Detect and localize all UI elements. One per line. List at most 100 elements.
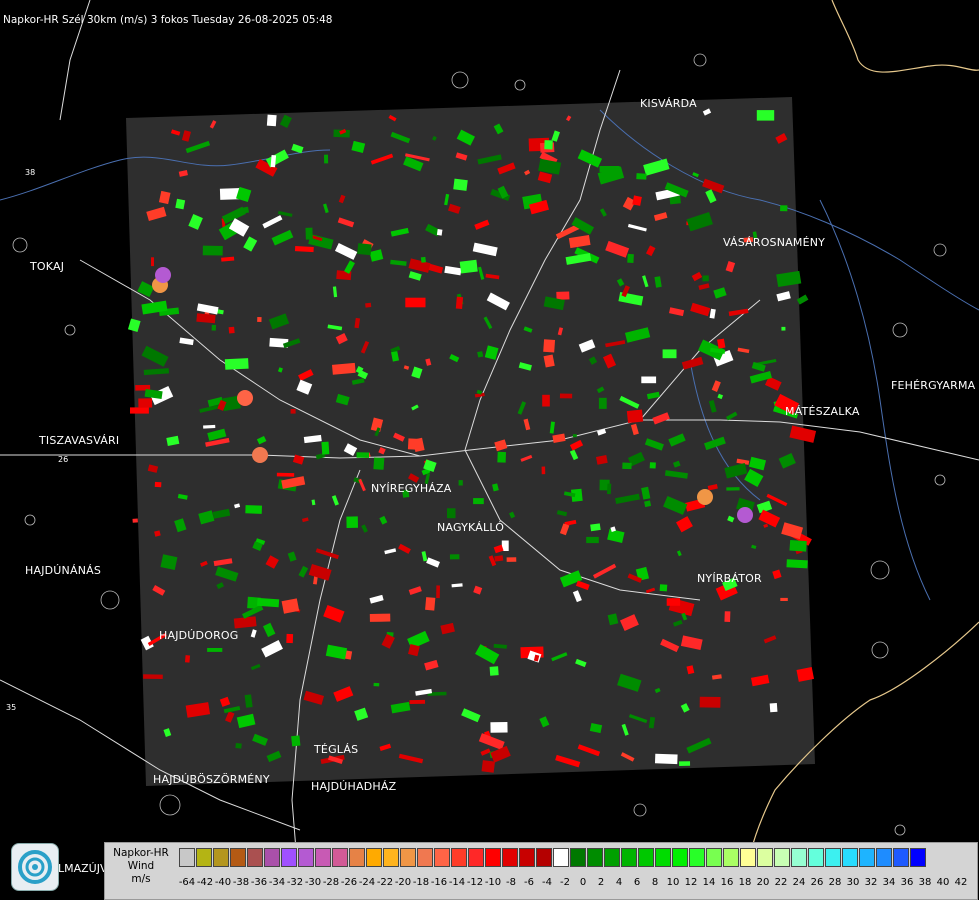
radar-echo [649, 462, 656, 469]
legend-tick-label: 16 [720, 877, 734, 888]
radar-echo [632, 195, 642, 206]
legend-tick-label: -42 [196, 877, 214, 888]
radar-echo [497, 451, 507, 463]
town-hajdunanas: HAJDÚNÁNÁS [25, 564, 102, 577]
legend-swatch [366, 848, 382, 867]
legend-color-scale [179, 848, 927, 868]
radar-echo [542, 394, 550, 407]
legend-tick-label: 42 [954, 877, 968, 888]
legend-swatch [740, 848, 756, 867]
radar-echo [590, 523, 601, 532]
radar-echo [323, 154, 329, 164]
radar-echo [143, 674, 163, 680]
radar-echo [481, 760, 495, 773]
radar-echo [726, 487, 740, 491]
radar-echo [203, 424, 216, 429]
legend-swatch [230, 848, 246, 867]
legend-swatch [400, 848, 416, 867]
radar-echo [622, 462, 632, 470]
town-tiszavasvari: TISZAVASVÁRI [39, 434, 120, 447]
legend-tick-label: -14 [448, 877, 466, 888]
radar-echo [786, 559, 808, 569]
radar-echo [544, 140, 553, 150]
radar-echo [373, 682, 380, 687]
legend-tick-label: -6 [524, 877, 534, 888]
legend-swatch [774, 848, 790, 867]
radar-echo [369, 613, 391, 622]
radar-echo [679, 761, 691, 766]
radar-echo [641, 376, 657, 384]
wind-legend: Napkor-HR Wind m/s -64 -42 -40 -38 -36 -34 -32… [104, 842, 978, 900]
town-hajduboszormeny: HAJDÚBÖSZÖRMÉNY [153, 773, 270, 786]
legend-swatch [825, 848, 841, 867]
legend-tick-label: 12 [684, 877, 698, 888]
radar-echo [447, 508, 456, 519]
legend-tick-label: -64 [178, 877, 196, 888]
legend-tick-label: -32 [286, 877, 304, 888]
radar-echo [506, 557, 517, 562]
radar-echo [473, 498, 484, 505]
map-title: Napkor-HR Szél 30km (m/s) 3 fokos Tuesda… [3, 14, 333, 26]
town-teglas: TÉGLÁS [314, 743, 359, 756]
legend-tick-label: 6 [633, 877, 641, 888]
radar-echo [237, 390, 253, 406]
radar-echo [780, 205, 788, 212]
radar-echo [702, 275, 709, 282]
legend-swatch [757, 848, 773, 867]
legend-line1: Napkor-HR [113, 847, 169, 859]
radar-echo [138, 398, 153, 408]
town-tokaj: TOKAJ [30, 260, 65, 273]
legend-title: Napkor-HR Wind m/s [107, 847, 175, 886]
radar-echo [636, 173, 647, 180]
radar-echo [130, 407, 149, 414]
legend-swatch [451, 848, 467, 867]
town-nagykallo: NAGYKÁLLÓ [437, 521, 505, 534]
road-number: 35 [6, 703, 17, 712]
legend-swatch [264, 848, 280, 867]
legend-swatch [247, 848, 263, 867]
radar-echo [420, 256, 426, 263]
legend-tick-label: -34 [268, 877, 286, 888]
radar-echo [626, 409, 644, 424]
radar-echo [699, 696, 721, 708]
radar-echo [449, 554, 460, 560]
radar-echo [196, 313, 216, 324]
radar-echo [365, 302, 372, 308]
town-hajdudorog: HAJDÚDOROG [159, 629, 239, 642]
legend-tick-label: 2 [597, 877, 605, 888]
legend-tick-label: -16 [430, 877, 448, 888]
radar-echo [373, 457, 385, 470]
legend-swatch [298, 848, 314, 867]
legend-tick-label: 30 [846, 877, 860, 888]
radar-echo [627, 253, 634, 263]
radar-echo [154, 481, 162, 488]
legend-swatch [349, 848, 365, 867]
legend-line2: Wind [127, 860, 155, 872]
radar-echo [151, 257, 154, 267]
legend-tick-label: -20 [394, 877, 412, 888]
radar-echo [425, 597, 436, 611]
legend-tick-label: 38 [918, 877, 932, 888]
legend-swatch [910, 848, 926, 867]
legend-tick-label: 40 [936, 877, 950, 888]
legend-swatch [604, 848, 620, 867]
legend-swatch [213, 848, 229, 867]
legend-tick-label: -12 [466, 877, 484, 888]
legend-tick-label: -8 [506, 877, 516, 888]
radar-echo [543, 339, 556, 353]
legend-tick-label: 26 [810, 877, 824, 888]
radar-echo [598, 397, 607, 409]
radar-echo [228, 326, 235, 334]
radar-echo [789, 540, 807, 552]
legend-tick-label: -10 [484, 877, 502, 888]
legend-swatch [179, 848, 195, 867]
radar-echo [654, 753, 678, 765]
legend-swatch [502, 848, 518, 867]
legend-tick-label: -22 [376, 877, 394, 888]
town-vasarosnameny: VÁSÁROSNAMÉNY [723, 236, 826, 249]
legend-swatch [689, 848, 705, 867]
legend-swatch [791, 848, 807, 867]
legend-tick-label: -2 [560, 877, 570, 888]
legend-tick-label: -36 [250, 877, 268, 888]
road-number: 26 [58, 455, 69, 464]
